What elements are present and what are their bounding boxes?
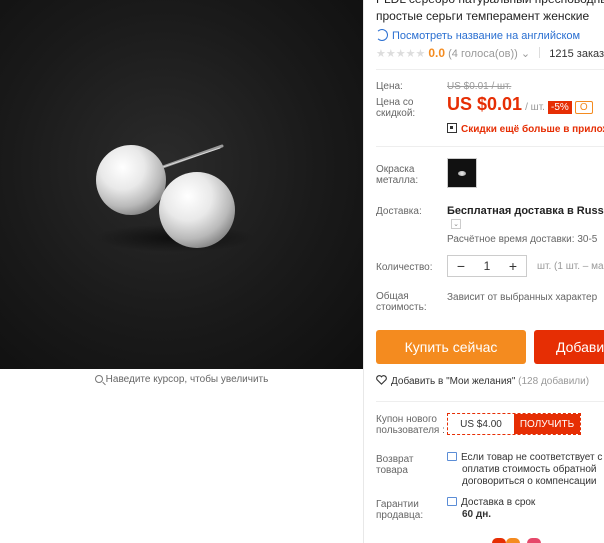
app-promo-text: Скидки ещё больше в прилож: [461, 124, 604, 135]
heart-icon: [376, 375, 387, 385]
zoom-hint-text: Наведите курсор, чтобы увеличить: [105, 374, 269, 385]
get-coupon-button[interactable]: ПОЛУЧИТЬ: [514, 414, 580, 434]
returns-line1: Если товар не соответствует с: [461, 452, 603, 463]
return-policy-icon: [447, 452, 457, 461]
returns-label: Возврат товара: [376, 454, 414, 476]
quantity-input[interactable]: 1: [474, 259, 500, 273]
product-title-line2: простые серьги темперамент женские: [376, 9, 590, 23]
discount-price-label: Цена со скидкой:: [376, 97, 416, 119]
buy-now-button[interactable]: Купить сейчас: [376, 330, 526, 364]
quantity-stepper[interactable]: − 1 +: [447, 255, 527, 277]
quantity-note: шт. (1 шт. – ма: [537, 261, 604, 272]
pearl-swatch-icon: [458, 170, 466, 176]
product-image[interactable]: [0, 0, 363, 369]
shipping-label: Доставка:: [376, 206, 422, 217]
magnifier-icon: [94, 375, 103, 383]
quantity-plus-button[interactable]: +: [500, 258, 526, 274]
current-price-row: US $0.01 / шт. -5% О: [447, 94, 593, 115]
returns-info: Если товар не соответствует с оплатив ст…: [447, 452, 602, 488]
total-value: Зависит от выбранных характер: [447, 292, 598, 303]
translate-link[interactable]: Посмотреть название на английском: [376, 29, 580, 42]
rating-row: ★★★★★ 0.0 (4 голоса(ов)) ⌄ 1215 заказ: [376, 46, 604, 60]
current-price: US $0.01: [447, 94, 523, 114]
guarantee-delivery: Доставка в срок: [461, 497, 536, 508]
coupon-tag[interactable]: О: [574, 101, 593, 114]
wishlist-link[interactable]: Добавить в "Мои желания" (128 добавили): [376, 375, 589, 387]
column-divider: [363, 0, 364, 543]
price-label: Цена:: [376, 81, 403, 92]
color-swatch[interactable]: [447, 158, 477, 188]
shipping-method[interactable]: Бесплатная доставка в Russian: [447, 205, 604, 217]
guarantee-info: Доставка в срок 60 дн.: [447, 497, 535, 521]
delivery-guarantee-icon: [447, 497, 457, 506]
payment-icon: [527, 538, 541, 543]
orders-count: 1215 заказ: [549, 48, 604, 60]
divider: [376, 401, 604, 402]
wishlist-count: (128 добавили): [518, 376, 590, 387]
wishlist-text: Добавить в "Мои желания": [391, 376, 516, 387]
color-label: Окраска металла:: [376, 164, 419, 186]
discount-badge: -5%: [548, 101, 572, 114]
coupon-label: Купон нового пользователя :: [376, 414, 445, 436]
votes-link[interactable]: (4 голоса(ов)): [448, 48, 518, 60]
chevron-down-icon[interactable]: ⌄: [521, 48, 530, 60]
payment-icon-mastercard: [492, 538, 506, 543]
product-title-line1: PLDL серебро натуральный пресноводный: [376, 0, 604, 8]
returns-line3: договориться о компенсации: [462, 476, 597, 487]
qr-code-icon: [447, 123, 457, 133]
add-to-cart-button[interactable]: Добави: [534, 330, 604, 364]
divider: [376, 69, 604, 70]
total-label: Общая стоимость:: [376, 291, 427, 313]
pearl-earrings-illustration: [95, 144, 255, 252]
chevron-down-icon[interactable]: ⌄: [451, 219, 461, 229]
quantity-minus-button[interactable]: −: [448, 258, 474, 274]
rating-stars-icon: ★★★★★: [376, 48, 426, 60]
quantity-label: Количество:: [376, 262, 433, 273]
delivery-time: Расчётное время доставки: 30-5: [447, 234, 598, 245]
translate-link-text: Посмотреть название на английском: [392, 30, 581, 42]
guarantee-days: 60 дн.: [462, 509, 492, 520]
returns-line2: оплатив стоимость обратной: [462, 464, 597, 475]
original-price: US $0.01 / шт.: [447, 81, 512, 92]
divider: [376, 146, 604, 147]
app-promo-link[interactable]: Скидки ещё больше в прилож: [447, 123, 604, 135]
guarantee-label: Гарантии продавца:: [376, 499, 424, 521]
coupon-amount: US $4.00: [460, 418, 502, 430]
new-user-coupon: US $4.00 ПОЛУЧИТЬ: [447, 413, 581, 435]
payment-icon-mastercard-alt: [506, 538, 520, 543]
zoom-hint: Наведите курсор, чтобы увеличить: [0, 374, 363, 385]
separator: [539, 47, 541, 58]
translate-icon: [376, 29, 388, 41]
rating-value: 0.0: [428, 46, 446, 60]
price-unit: / шт.: [525, 102, 545, 113]
